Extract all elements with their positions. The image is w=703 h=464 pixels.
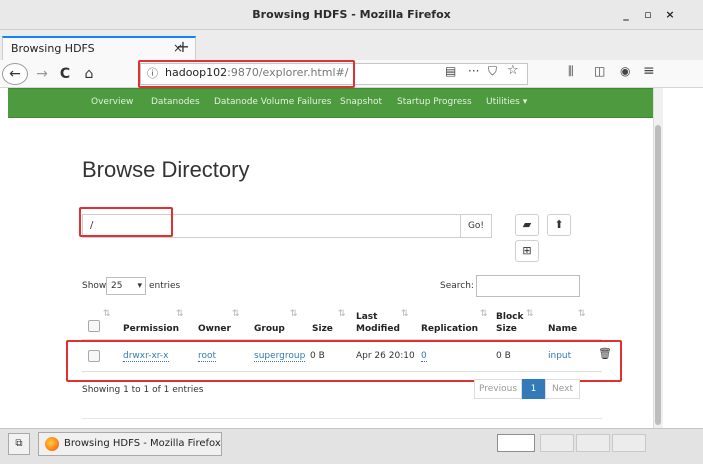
desktop-icon: ⧉ (15, 438, 23, 449)
entries-select-value: 25 (111, 281, 123, 291)
annotation-box-path (79, 207, 173, 237)
hamburger-menu-icon[interactable]: ≡ (643, 63, 655, 79)
firefox-icon (45, 437, 59, 451)
content-divider (82, 418, 602, 419)
col-block-size-line1[interactable]: Block (496, 312, 523, 322)
reload-button[interactable]: C (57, 64, 73, 84)
scrollbar-thumb[interactable] (655, 125, 661, 425)
page-title: Browse Directory (82, 157, 250, 182)
sort-icon[interactable]: ⇅ (578, 309, 586, 319)
home-button[interactable]: ⌂ (81, 64, 97, 84)
window-title: Browsing HDFS - Mozilla Firefox (252, 8, 451, 21)
tab-browsing-hdfs[interactable]: Browsing HDFS × (2, 36, 196, 60)
nav-utilities-dropdown[interactable]: Utilities ▾ (486, 97, 527, 107)
folder-open-icon: ▰ (522, 218, 532, 231)
nav-overview[interactable]: Overview (91, 97, 133, 107)
workspace-1[interactable] (497, 434, 535, 452)
go-button[interactable]: Go! (460, 214, 492, 238)
previous-page-button[interactable]: Previous (474, 379, 522, 399)
sort-icon[interactable]: ⇅ (338, 309, 346, 319)
chevron-down-icon: ▾ (137, 281, 142, 291)
create-directory-button[interactable]: ▰ (515, 214, 539, 236)
col-last-modified-line1[interactable]: Last (356, 312, 377, 322)
search-label: Search: (440, 281, 474, 291)
entries-per-page-select[interactable]: 25 ▾ (106, 277, 146, 295)
annotation-box-url (138, 60, 355, 88)
sidebar-icon[interactable]: ◫ (594, 64, 605, 78)
cut-paste-button[interactable]: ⊞ (515, 240, 539, 262)
workspace-4[interactable] (612, 434, 646, 452)
col-replication[interactable]: Replication (421, 324, 478, 334)
col-permission[interactable]: Permission (123, 324, 179, 334)
sort-icon[interactable]: ⇅ (290, 309, 298, 319)
col-owner[interactable]: Owner (198, 324, 231, 334)
nav-snapshot[interactable]: Snapshot (340, 97, 382, 107)
new-tab-button[interactable]: + (174, 37, 192, 56)
col-name[interactable]: Name (548, 324, 577, 334)
back-button[interactable]: ← (2, 63, 28, 85)
extension-icon[interactable]: ◉ (620, 64, 630, 78)
nav-datanodes[interactable]: Datanodes (151, 97, 200, 107)
workspace-3[interactable] (576, 434, 610, 452)
taskbar-window-label: Browsing HDFS - Mozilla Firefox (64, 438, 221, 449)
table-icon: ⊞ (522, 244, 532, 257)
page-1-button[interactable]: 1 (522, 379, 545, 399)
sort-icon[interactable]: ⇅ (526, 309, 534, 319)
next-page-button[interactable]: Next (545, 379, 580, 399)
col-size[interactable]: Size (312, 324, 333, 334)
col-group[interactable]: Group (254, 324, 285, 334)
close-window-button[interactable]: × (662, 7, 678, 23)
page-actions-button[interactable]: ··· (468, 64, 479, 78)
annotation-box-row (66, 340, 622, 382)
col-block-size-line2[interactable]: Size (496, 324, 517, 334)
bookmark-star-icon[interactable]: ☆ (507, 63, 519, 78)
sort-icon[interactable]: ⇅ (176, 309, 184, 319)
library-icon[interactable]: ⫼ (568, 64, 574, 79)
forward-button[interactable]: → (34, 64, 50, 84)
show-label: Show (82, 281, 107, 291)
col-last-modified-line2[interactable]: Modified (356, 324, 400, 334)
reader-view-icon[interactable]: ▤ (445, 64, 456, 78)
upload-icon: ⬆ (554, 218, 564, 231)
upload-button[interactable]: ⬆ (547, 214, 571, 236)
tab-label: Browsing HDFS (11, 42, 95, 55)
search-input[interactable] (476, 275, 580, 297)
sort-icon[interactable]: ⇅ (401, 309, 409, 319)
nav-startup-progress[interactable]: Startup Progress (397, 97, 472, 107)
showing-entries-info: Showing 1 to 1 of 1 entries (82, 385, 204, 395)
workspace-2[interactable] (540, 434, 574, 452)
select-all-checkbox[interactable] (88, 320, 100, 332)
entries-label: entries (149, 281, 181, 291)
pocket-icon[interactable]: ⛉ (488, 64, 497, 79)
nav-datanode-volume-failures[interactable]: Datanode Volume Failures (214, 97, 331, 107)
show-desktop-button[interactable]: ⧉ (8, 433, 30, 455)
sort-icon[interactable]: ⇅ (232, 309, 240, 319)
minimize-button[interactable]: _ (618, 7, 634, 23)
sort-icon[interactable]: ⇅ (480, 309, 488, 319)
sort-icon[interactable]: ⇅ (103, 309, 111, 319)
maximize-button[interactable]: ▫ (640, 7, 656, 23)
